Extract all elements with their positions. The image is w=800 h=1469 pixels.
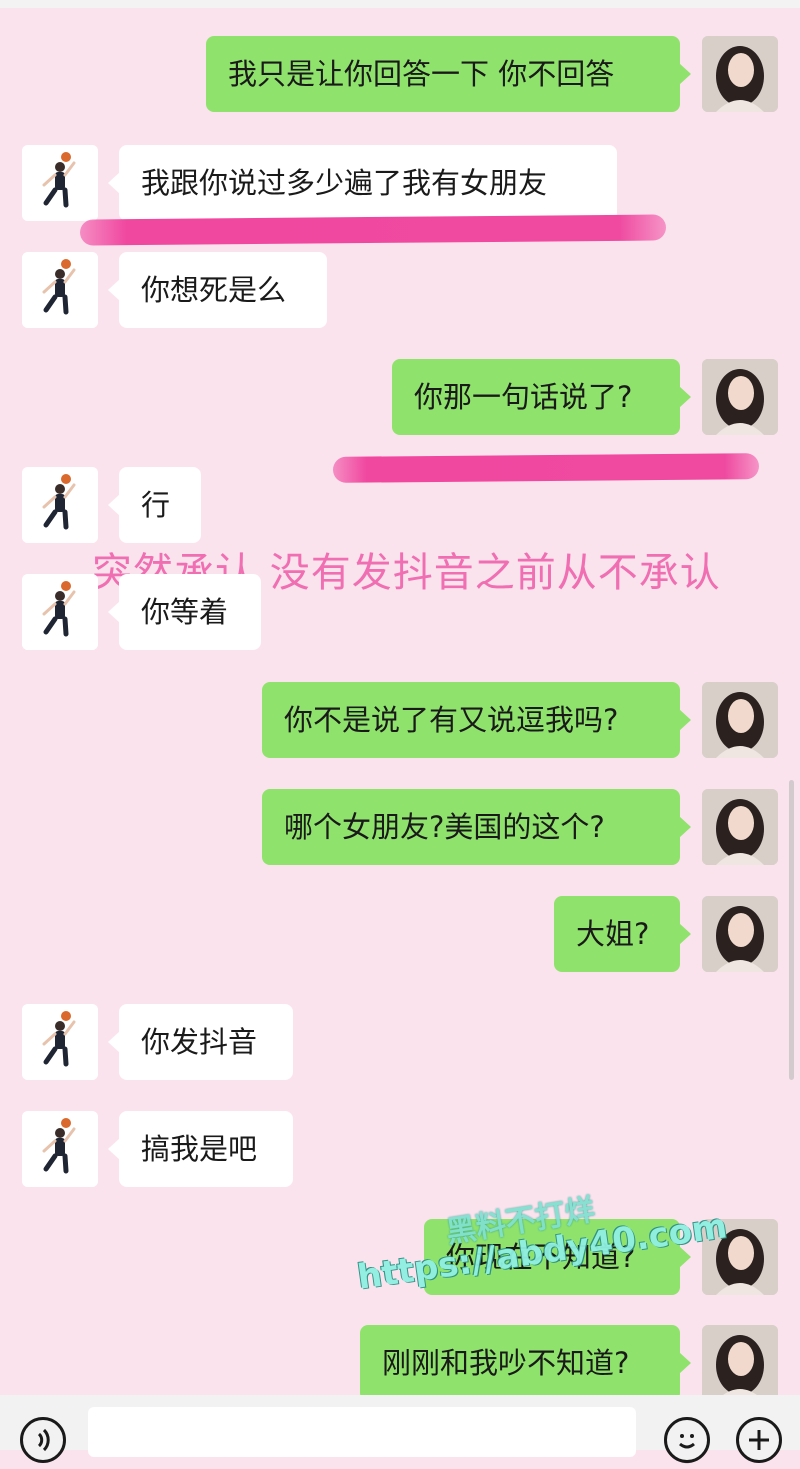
woman-avatar-icon <box>702 1325 778 1401</box>
woman-avatar-icon <box>702 36 778 112</box>
contact-avatar[interactable] <box>22 1004 98 1080</box>
woman-avatar-icon <box>702 896 778 972</box>
contact-avatar[interactable] <box>22 252 98 328</box>
chat-message: 你想死是么 <box>0 252 800 328</box>
voice-icon[interactable] <box>20 1417 66 1463</box>
chat-area[interactable]: 我只是让你回答一下 你不回答 我跟你说过多少遍了我有女朋友 你想死是么 你那一句… <box>0 0 800 1401</box>
message-bubble[interactable]: 行 <box>108 467 201 543</box>
basketball-player-avatar-icon <box>22 574 98 650</box>
woman-avatar-icon <box>702 359 778 435</box>
my-avatar[interactable] <box>702 1325 778 1401</box>
chat-message: 你那一句话说了? <box>0 359 800 435</box>
chat-message: 刚刚和我吵不知道? <box>0 1325 800 1401</box>
contact-avatar[interactable] <box>22 574 98 650</box>
input-bar <box>0 1395 800 1464</box>
basketball-player-avatar-icon <box>22 1111 98 1187</box>
contact-avatar[interactable] <box>22 467 98 543</box>
chat-message: 我只是让你回答一下 你不回答 <box>0 36 800 112</box>
message-bubble[interactable]: 你不是说了有又说逗我吗? <box>262 682 691 758</box>
my-avatar[interactable] <box>702 36 778 112</box>
woman-avatar-icon <box>702 682 778 758</box>
contact-avatar[interactable] <box>22 145 98 221</box>
chat-message: 哪个女朋友?美国的这个? <box>0 789 800 865</box>
highlight-mark <box>79 214 667 246</box>
chat-message: 你不是说了有又说逗我吗? <box>0 682 800 758</box>
my-avatar[interactable] <box>702 896 778 972</box>
basketball-player-avatar-icon <box>22 252 98 328</box>
chat-message: 行 <box>0 467 800 543</box>
message-bubble[interactable]: 哪个女朋友?美国的这个? <box>262 789 691 865</box>
chat-message: 搞我是吧 <box>0 1111 800 1187</box>
message-bubble[interactable]: 大姐? <box>554 896 691 972</box>
chat-message: 我跟你说过多少遍了我有女朋友 <box>0 145 800 221</box>
chat-message: 你发抖音 <box>0 1004 800 1080</box>
basketball-player-avatar-icon <box>22 1004 98 1080</box>
chat-message: 大姐? <box>0 896 800 972</box>
message-bubble[interactable]: 刚刚和我吵不知道? <box>360 1325 691 1401</box>
contact-avatar[interactable] <box>22 1111 98 1187</box>
basketball-player-avatar-icon <box>22 467 98 543</box>
message-bubble[interactable]: 搞我是吧 <box>108 1111 293 1187</box>
message-bubble[interactable]: 我只是让你回答一下 你不回答 <box>206 36 691 112</box>
my-avatar[interactable] <box>702 359 778 435</box>
message-bubble[interactable]: 我跟你说过多少遍了我有女朋友 <box>108 145 617 221</box>
woman-avatar-icon <box>702 789 778 865</box>
message-bubble[interactable]: 你等着 <box>108 574 261 650</box>
message-bubble[interactable]: 你那一句话说了? <box>392 359 691 435</box>
emoji-icon[interactable] <box>664 1417 710 1463</box>
my-avatar[interactable] <box>702 789 778 865</box>
message-bubble[interactable]: 你想死是么 <box>108 252 327 328</box>
basketball-player-avatar-icon <box>22 145 98 221</box>
message-bubble[interactable]: 你发抖音 <box>108 1004 293 1080</box>
plus-icon[interactable] <box>736 1417 782 1463</box>
scrollbar[interactable] <box>789 780 794 1080</box>
my-avatar[interactable] <box>702 682 778 758</box>
chat-message: 你等着 <box>0 574 800 650</box>
